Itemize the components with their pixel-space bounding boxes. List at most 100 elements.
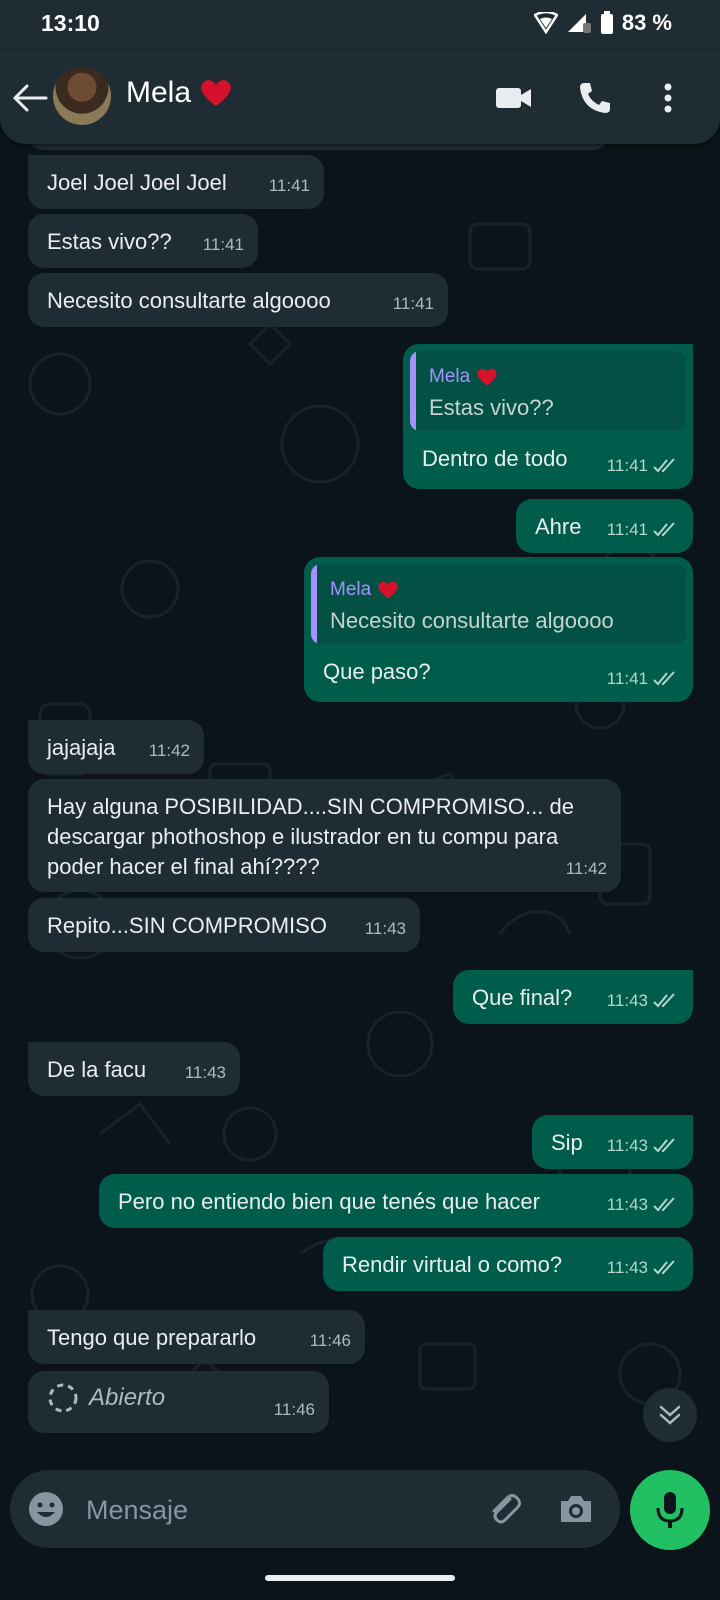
quote-author: Mela [429,362,498,392]
status-bar: 13:10 83 % [0,0,720,50]
message-bubble-incoming[interactable]: De la facu 11:43 [28,1042,240,1096]
message-meta: 11:46 [310,1326,351,1356]
message-text: Estas vivo?? [47,229,172,254]
quote-bar [311,564,317,644]
heart-icon [477,368,497,386]
message-bubble-outgoing[interactable]: Que final? 11:43 [453,970,693,1024]
status-indicators: 83 % [533,10,672,36]
message-meta: 11:43 [365,914,406,944]
wifi-icon [533,12,558,34]
message-text: Joel Joel Joel Joel [47,170,227,195]
message-text: Necesito consultarte algoooo [47,288,331,313]
heart-icon [378,581,398,599]
message-meta: 11:43 [607,986,679,1016]
message-time: 11:41 [606,520,648,539]
read-ticks-icon [653,1197,675,1212]
emoji-icon[interactable] [26,1489,66,1529]
read-ticks-icon [653,522,675,537]
message-meta: 11:43 [185,1058,226,1088]
message-meta: 11:46 [274,1395,315,1425]
message-bubble-incoming[interactable]: Tengo que prepararlo 11:46 [28,1310,365,1364]
more-options-icon[interactable] [648,78,688,118]
message-text: Tengo que prepararlo [47,1325,257,1350]
message-input[interactable] [84,1486,468,1534]
system-nav-bar [0,1556,720,1600]
read-ticks-icon [653,458,675,473]
heart-icon [201,80,231,106]
message-bubble-incoming[interactable]: Necesito consultarte algoooo 11:41 [28,273,448,327]
message-text: Ahre [535,514,582,539]
view-once-row: Abierto [47,1382,165,1414]
contact-avatar[interactable] [53,67,111,125]
voice-message-button[interactable] [630,1470,710,1550]
message-time: 11:42 [565,859,607,878]
message-meta: 11:41 [393,289,434,319]
contact-name-text: Mela [126,76,192,109]
double-chevron-down-icon [659,1405,681,1425]
message-time: 11:42 [148,741,190,760]
message-meta: 11:41 [203,230,244,260]
battery-icon [600,11,613,34]
message-meta: 11:42 [566,854,607,884]
message-meta: 11:42 [149,736,190,766]
message-time: 11:46 [309,1331,351,1350]
message-bubble-outgoing[interactable]: Pero no entiendo bien que tenés que hace… [99,1174,693,1228]
message-bubble-incoming[interactable]: Joel Joel Joel Joel 11:41 [28,155,324,209]
signal-icon [567,14,591,33]
contact-name[interactable]: Mela [126,76,233,110]
message-bubble-outgoing-reply[interactable]: Mela Necesito consultarte algoooo Que pa… [304,557,693,702]
quote-author-name: Mela [429,366,471,387]
message-text: Dentro de todo [422,446,568,471]
read-ticks-icon [653,671,675,686]
message-bubble-incoming[interactable]: Estas vivo?? 11:41 [28,214,258,268]
quote-text: Estas vivo?? [429,395,554,420]
quoted-message[interactable]: Mela Estas vivo?? [410,351,686,431]
quote-bar [410,351,416,431]
message-bubble-outgoing-reply[interactable]: Mela Estas vivo?? Dentro de todo 11:41 [403,344,693,489]
message-meta: 11:41 [269,171,310,201]
message-time: 11:43 [364,919,406,938]
read-ticks-icon [653,1260,675,1275]
quoted-message[interactable]: Mela Necesito consultarte algoooo [311,564,686,644]
message-text: Sip [551,1130,583,1155]
voice-call-icon[interactable] [575,78,615,118]
message-time: 11:41 [392,294,434,313]
message-time: 11:43 [184,1063,226,1082]
attach-icon[interactable] [484,1489,524,1529]
message-meta: 11:41 [607,515,679,545]
message-meta: 11:43 [607,1131,679,1161]
message-bubble-outgoing[interactable]: Rendir virtual o como? 11:43 [323,1237,693,1291]
message-text: jajajaja [47,735,116,760]
quote-author-name: Mela [330,579,372,600]
message-bubble-outgoing[interactable]: Sip 11:43 [532,1115,693,1169]
message-time: 11:43 [606,1136,648,1155]
message-time: 11:41 [606,456,648,475]
message-time: 11:41 [268,176,310,195]
message-text: Que paso? [323,659,431,684]
message-text: Hay alguna POSIBILIDAD....SIN COMPROMISO… [47,794,574,879]
message-time: 11:46 [273,1400,315,1419]
message-text: Que final? [472,985,573,1010]
message-text: De la facu [47,1057,147,1082]
view-once-icon [48,1383,78,1413]
message-text: Rendir virtual o como? [342,1252,563,1277]
message-meta: 11:43 [607,1253,679,1283]
home-gesture-handle[interactable] [265,1575,455,1581]
back-arrow-icon[interactable] [10,78,50,118]
message-text: Pero no entiendo bien que tenés que hace… [118,1189,540,1214]
scroll-to-bottom-button[interactable] [643,1388,697,1442]
message-bubble-incoming[interactable]: jajajaja 11:42 [28,720,204,774]
message-bubble-outgoing[interactable]: Ahre 11:41 [516,499,693,553]
message-time: 11:43 [606,1195,648,1214]
message-bubble-incoming[interactable]: Repito...SIN COMPROMISO 11:43 [28,898,420,952]
message-bubble-view-once[interactable]: Abierto 11:46 [28,1371,329,1433]
quote-text: Necesito consultarte algoooo [330,608,614,633]
message-list[interactable]: Joel Joel Joel Joel 11:41 Estas vivo?? 1… [0,144,720,1456]
message-time: 11:43 [606,1258,648,1277]
message-bubble-incoming[interactable]: Hay alguna POSIBILIDAD....SIN COMPROMISO… [28,779,621,892]
read-ticks-icon [653,993,675,1008]
microphone-icon [656,1492,684,1528]
status-time: 13:10 [41,10,100,36]
video-call-icon[interactable] [494,78,534,118]
camera-icon[interactable] [556,1489,596,1529]
